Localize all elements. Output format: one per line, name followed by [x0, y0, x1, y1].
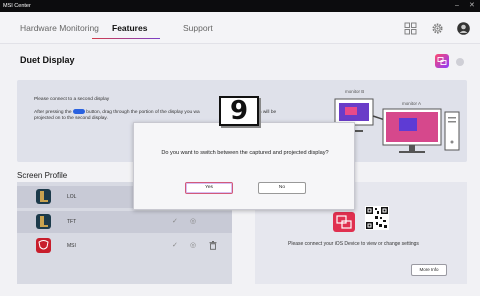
profile-name: TFT [67, 219, 77, 225]
duet-app-icon [333, 212, 355, 232]
screen-profile-title: Screen Profile [17, 171, 68, 180]
app-title: MSI Center [3, 3, 31, 9]
duet-display-title: Duet Display [20, 55, 75, 65]
dialog-question: Do you want to switch between the captur… [161, 150, 329, 156]
switch-display-dialog: Do you want to switch between the captur… [133, 122, 355, 210]
duet-toggle-dot[interactable] [456, 58, 464, 66]
gear-icon[interactable] [431, 22, 444, 35]
grid-icon[interactable] [404, 22, 417, 35]
tab-features[interactable]: Features [112, 23, 147, 33]
eye-icon[interactable]: ◎ [190, 241, 196, 249]
duet-display-icon[interactable] [435, 54, 449, 68]
duet-instruction-line3: projected on to the second display. [34, 116, 108, 121]
lol-icon [36, 189, 51, 204]
minimize-button[interactable]: – [455, 0, 459, 12]
active-tab-underline [92, 38, 160, 39]
avatar[interactable] [457, 22, 470, 35]
display-switch-icon [437, 57, 447, 65]
step-number-badge: 9 [219, 96, 259, 126]
ios-connect-message: Please connect your iOS Device to view o… [288, 241, 419, 247]
no-button[interactable]: No [258, 182, 306, 194]
nav-bar: Hardware Monitoring Features Support [0, 12, 480, 44]
tab-support[interactable]: Support [183, 23, 213, 33]
eye-icon[interactable]: ◎ [190, 217, 196, 225]
profile-name: MSI [67, 243, 76, 249]
qr-code-icon [365, 206, 389, 230]
trash-icon[interactable] [209, 241, 217, 250]
tab-hardware-monitoring[interactable]: Hardware Monitoring [20, 23, 99, 33]
profile-row-msi[interactable]: MSI ✓ ◎ [17, 235, 232, 257]
more-info-button[interactable]: More Info [411, 264, 447, 276]
profile-row-tft[interactable]: TFT ✓ ◎ [17, 211, 232, 233]
yes-button[interactable]: Yes [185, 182, 233, 194]
duet-instruction-line1: Please connect to a second display [34, 97, 110, 102]
profile-name: LOL [67, 194, 77, 200]
check-icon[interactable]: ✓ [172, 241, 178, 249]
close-button[interactable]: ✕ [469, 0, 475, 12]
check-icon[interactable]: ✓ [172, 217, 178, 225]
msi-dragon-icon [36, 238, 51, 253]
tft-icon [36, 214, 51, 229]
title-bar: MSI Center – ✕ [0, 0, 480, 12]
duet-capture-button-icon [72, 109, 85, 115]
